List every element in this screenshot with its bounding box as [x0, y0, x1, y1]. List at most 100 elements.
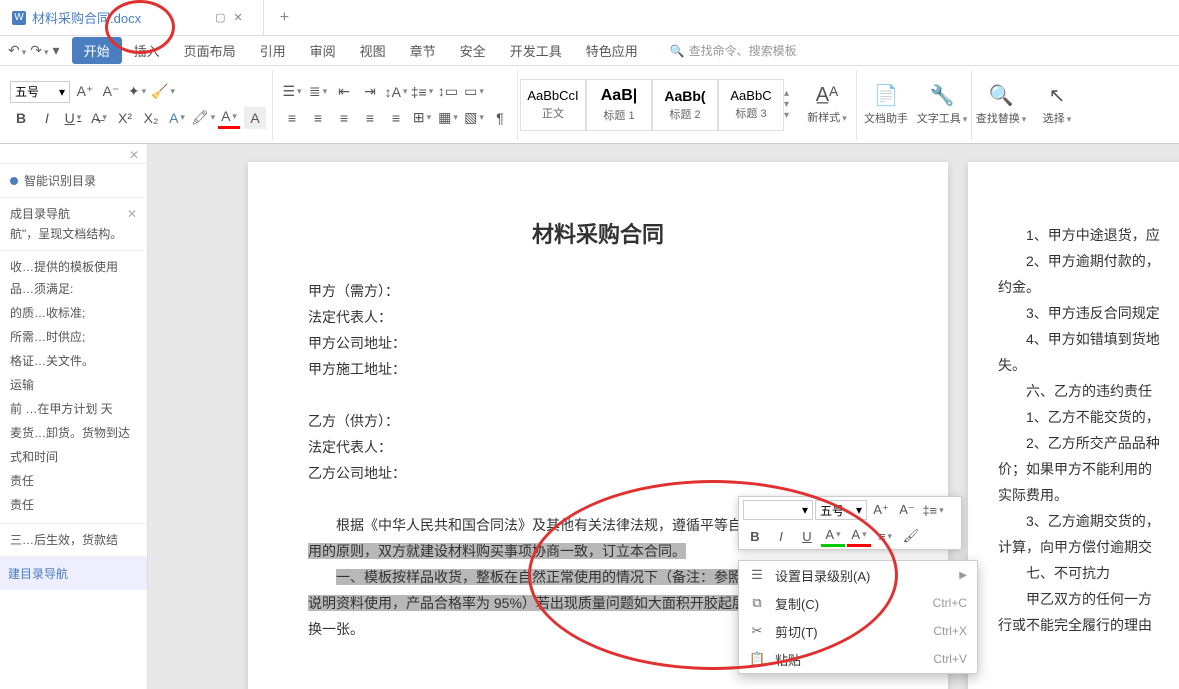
document-tab[interactable]: W 材料采购合同.docx ▢ ✕	[0, 0, 264, 36]
clear-format-button[interactable]: 🧹	[152, 81, 174, 103]
increase-indent-button[interactable]: ⇥	[359, 81, 381, 103]
highlight-button[interactable]: 🖍	[192, 107, 214, 129]
section-close-icon[interactable]: ✕	[127, 204, 137, 224]
menu-reference[interactable]: 引用	[248, 37, 298, 64]
mini-bold[interactable]: B	[743, 525, 767, 547]
text-tool-button[interactable]: 🔧文字工具	[915, 70, 969, 140]
menu-special[interactable]: 特色应用	[574, 37, 650, 64]
tabs-button[interactable]: ⊞	[411, 107, 433, 129]
outline-item[interactable]: 格证…关文件。	[10, 349, 137, 373]
font-color-button[interactable]: A	[218, 107, 240, 129]
outline-item[interactable]: 运输	[10, 373, 137, 397]
mini-linespace[interactable]: ‡≡	[921, 499, 945, 521]
sidebar-header[interactable]: 智能识别目录	[0, 164, 147, 198]
menu-devtools[interactable]: 开发工具	[498, 37, 574, 64]
justify-button[interactable]: ≡	[359, 107, 381, 129]
ctx-set-toc-level[interactable]: ☰ 设置目录级别(A) ▶	[739, 561, 977, 589]
ctx-paste[interactable]: 📋 粘贴 Ctrl+V	[739, 645, 977, 673]
menu-insert[interactable]: 插入	[122, 37, 172, 64]
ctx-copy[interactable]: ⧉ 复制(C) Ctrl+C	[739, 589, 977, 617]
outline-item[interactable]: 前 …在甲方计划 天	[10, 397, 137, 421]
borders-button[interactable]: ▦	[437, 107, 459, 129]
select-button[interactable]: ↖选择	[1030, 70, 1084, 140]
qat-more-icon[interactable]: ▾	[53, 42, 60, 59]
sidebar-item[interactable]: 收…提供的模板使用	[10, 257, 137, 277]
grow-font-button[interactable]: A⁺	[74, 81, 96, 103]
tab-close-icon[interactable]: ✕	[233, 11, 242, 24]
distribute-button[interactable]: ≡	[385, 107, 407, 129]
menu-layout[interactable]: 页面布局	[172, 37, 248, 64]
copy-icon: ⧉	[749, 595, 765, 611]
doc-line: 甲方（需方）：	[308, 278, 888, 304]
strike-button[interactable]: A̶	[88, 107, 110, 129]
outline-item[interactable]: 的质…收标准;	[10, 301, 137, 325]
text-direction-button[interactable]: ↕A	[385, 81, 407, 103]
doc-assist-button[interactable]: 📄文档助手	[859, 70, 913, 140]
redo-button[interactable]: ↷	[30, 42, 48, 59]
new-style-button[interactable]: A̲ᴬ新样式	[800, 70, 854, 140]
tab-filename: 材料采购合同.docx	[32, 8, 141, 27]
align-left-button[interactable]: ≡	[281, 107, 303, 129]
menu-security[interactable]: 安全	[448, 37, 498, 64]
new-tab-button[interactable]: +	[264, 9, 305, 27]
underline-button[interactable]: U	[62, 107, 84, 129]
line-spacing-button[interactable]: ‡≡	[411, 81, 433, 103]
bold-button[interactable]: B	[10, 107, 32, 129]
sidebar-collapse-icon[interactable]: ✕	[129, 148, 139, 162]
font-size-select[interactable]: 五号▾	[10, 81, 70, 103]
mini-highlight[interactable]: A	[821, 525, 845, 547]
tab-float-icon[interactable]: ▢	[215, 11, 225, 24]
mini-format-painter[interactable]: 🖌	[899, 525, 923, 547]
text-effect-button[interactable]: A	[166, 107, 188, 129]
undo-button[interactable]: ↶	[8, 42, 26, 59]
outline-item[interactable]: 所需…时供应;	[10, 325, 137, 349]
ctx-cut[interactable]: ✂ 剪切(T) Ctrl+X	[739, 617, 977, 645]
style-heading3[interactable]: AaBbC标题 3	[718, 79, 784, 131]
outline-item[interactable]: 式和时间	[10, 445, 137, 469]
bullets-button[interactable]: ☰	[281, 81, 303, 103]
menu-start[interactable]: 开始	[72, 37, 122, 64]
italic-button[interactable]: I	[36, 107, 58, 129]
mini-italic[interactable]: I	[769, 525, 793, 547]
outline-item[interactable]: 品…须满足:	[10, 277, 137, 301]
decrease-indent-button[interactable]: ⇤	[333, 81, 355, 103]
command-search[interactable]: 🔍 查找命令、搜索模板	[670, 42, 797, 59]
mini-fontcolor[interactable]: A	[847, 525, 871, 547]
find-replace-button[interactable]: 🔍查找替换	[974, 70, 1028, 140]
outline-sidebar: ✕ 智能识别目录 ✕ 成目录导航 航"，呈现文档结构。 收…提供的模板使用 品……	[0, 144, 148, 689]
numbering-button[interactable]: ≣	[307, 81, 329, 103]
shrink-font-button[interactable]: A⁻	[100, 81, 122, 103]
mini-size-select[interactable]: 五号▾	[815, 500, 867, 520]
page-2: 1、甲方中途退货，应 2、甲方逾期付款的， 约金。 3、甲方违反合同规定 4、甲…	[968, 162, 1179, 689]
outline-item[interactable]: 责任	[10, 469, 137, 493]
menubar: ↶ ↷ ▾ 开始 插入 页面布局 引用 审阅 视图 章节 安全 开发工具 特色应…	[0, 36, 1179, 66]
document-canvas[interactable]: 材料采购合同 甲方（需方）： 法定代表人： 甲方公司地址： 甲方施工地址： 乙方…	[148, 144, 1179, 689]
mini-align[interactable]: ≡	[873, 525, 897, 547]
font-group: 五号▾ A⁺ A⁻ ✦ 🧹 B I U A̶ X² X₂ A 🖍 A A	[4, 70, 273, 140]
outline-item[interactable]: 麦货…卸货。货物到达	[10, 421, 137, 445]
char-shading-button[interactable]: A	[244, 107, 266, 129]
style-heading1[interactable]: AaB|标题 1	[586, 79, 652, 131]
superscript-button[interactable]: X²	[114, 107, 136, 129]
mini-shrink-font[interactable]: A⁻	[895, 499, 919, 521]
mini-underline[interactable]: U	[795, 525, 819, 547]
outline-item[interactable]: 责任	[10, 493, 137, 517]
mini-font-select[interactable]: ▾	[743, 500, 813, 520]
show-marks-button[interactable]: ¶	[489, 107, 511, 129]
styles-scroll[interactable]: ▴▾▾	[784, 88, 798, 121]
build-toc-button[interactable]: 建目录导航	[0, 557, 147, 590]
outline-item[interactable]: 三…后生效，货款结	[0, 524, 147, 557]
align-right-button[interactable]: ≡	[333, 107, 355, 129]
loose-spacing-button[interactable]: ▭	[463, 81, 485, 103]
menu-view[interactable]: 视图	[348, 37, 398, 64]
mini-grow-font[interactable]: A⁺	[869, 499, 893, 521]
menu-chapter[interactable]: 章节	[398, 37, 448, 64]
subscript-button[interactable]: X₂	[140, 107, 162, 129]
change-case-button[interactable]: ✦	[126, 81, 148, 103]
shading-button[interactable]: ▧	[463, 107, 485, 129]
style-heading2[interactable]: AaBb(标题 2	[652, 79, 718, 131]
align-center-button[interactable]: ≡	[307, 107, 329, 129]
menu-review[interactable]: 审阅	[298, 37, 348, 64]
style-normal[interactable]: AaBbCcI正文	[520, 79, 586, 131]
tight-spacing-button[interactable]: ↕▭	[437, 81, 459, 103]
